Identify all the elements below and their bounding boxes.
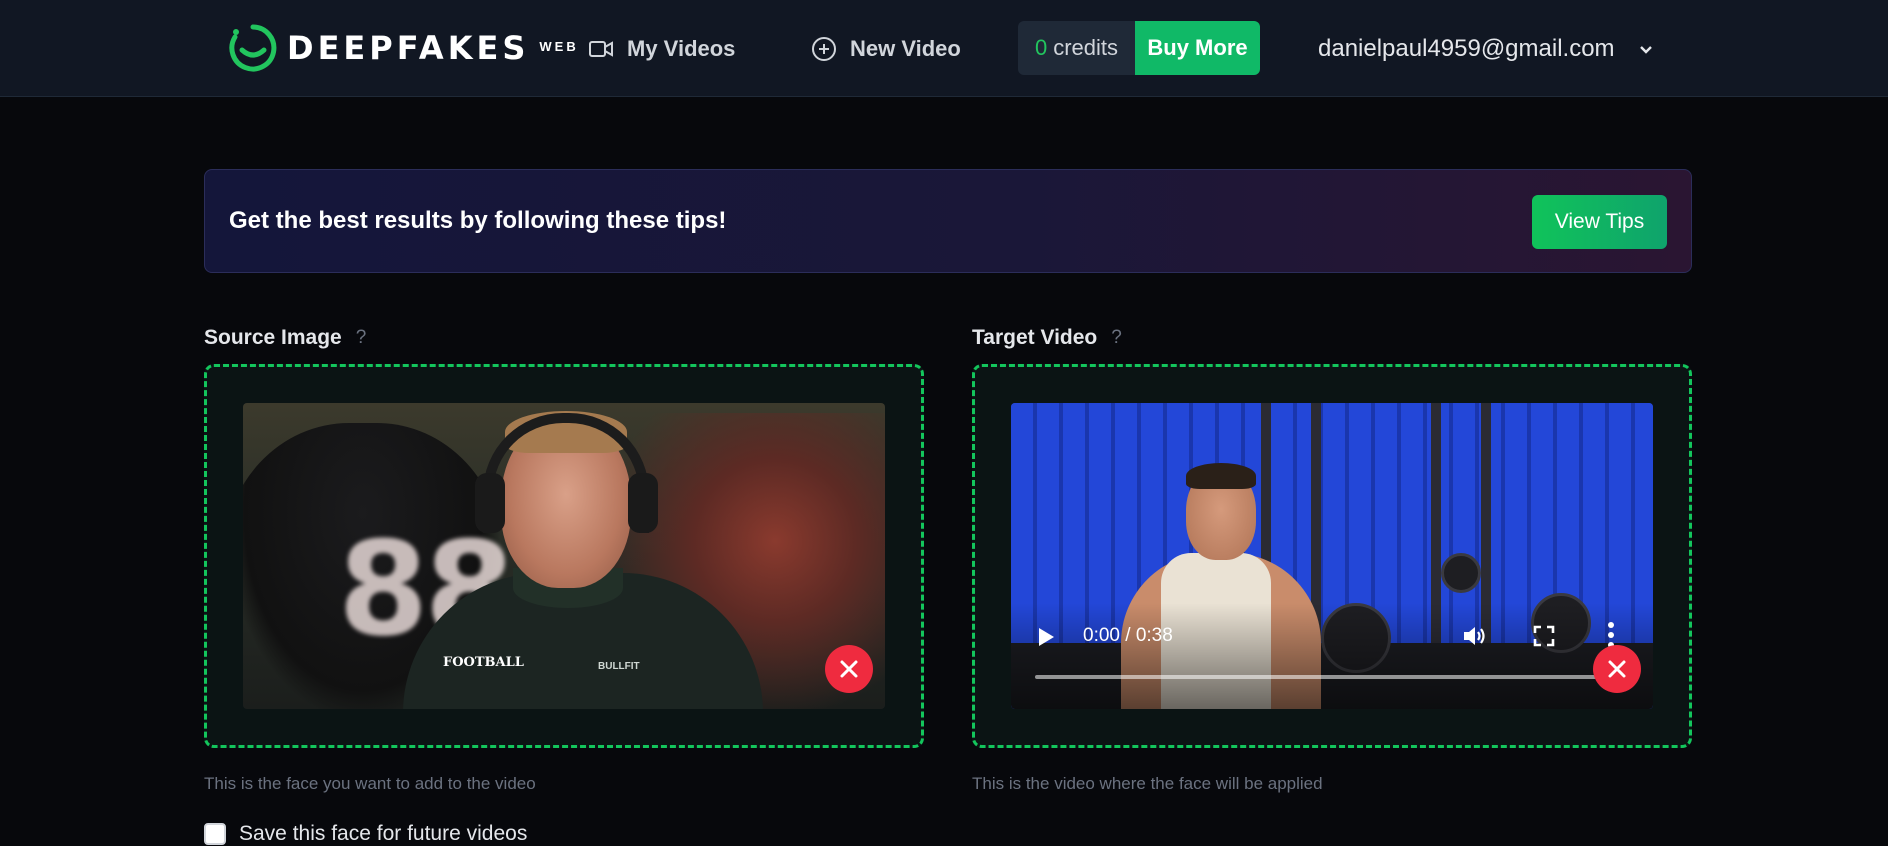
credits-balance: 0 credits — [1018, 21, 1135, 75]
logo-smile-icon — [229, 24, 277, 72]
headset-ear-left — [475, 473, 505, 533]
plus-circle-icon — [812, 37, 836, 61]
source-help-icon[interactable]: ? — [356, 327, 367, 349]
save-face-row: Save this face for future videos — [204, 822, 527, 846]
video-controls-overlay — [1011, 603, 1653, 709]
tips-text: Get the best results by following these … — [229, 207, 727, 234]
top-navbar: DEEPFAKES WEB My Videos New Video 0 cred… — [0, 0, 1888, 97]
source-image-hint: This is the face you want to add to the … — [204, 774, 536, 793]
weight-plate — [1441, 553, 1481, 593]
view-tips-button[interactable]: View Tips — [1532, 195, 1667, 249]
brand-name: DEEPFAKES — [287, 29, 530, 67]
video-time: 0:00 / 0:38 — [1083, 625, 1173, 646]
target-help-icon[interactable]: ? — [1111, 327, 1122, 349]
person-hair — [1186, 463, 1256, 489]
target-video-dropzone[interactable]: 0:00 / 0:38 — [972, 364, 1692, 748]
nav-my-videos[interactable]: My Videos — [587, 30, 735, 68]
brand-suffix: WEB — [539, 39, 579, 54]
tips-banner: Get the best results by following these … — [204, 169, 1692, 273]
source-image-label: Source Image — [204, 326, 342, 349]
shirt-brand-logo: BULLFIT — [598, 661, 640, 672]
chevron-down-icon — [1639, 46, 1652, 54]
account-menu[interactable]: danielpaul4959@gmail.com — [1318, 30, 1655, 68]
video-camera-icon — [589, 41, 613, 57]
volume-icon[interactable] — [1461, 623, 1487, 649]
credits-count: 0 — [1034, 35, 1048, 60]
remove-target-video-button[interactable] — [1593, 645, 1641, 693]
credits-unit: credits — [1053, 35, 1119, 60]
nav-my-videos-label: My Videos — [627, 36, 736, 61]
account-email: danielpaul4959@gmail.com — [1318, 35, 1615, 62]
save-face-label[interactable]: Save this face for future videos — [239, 822, 527, 846]
save-face-checkbox[interactable] — [204, 823, 226, 845]
shirt-football-logo: FOOTBALL — [443, 655, 524, 670]
nav-new-video-label: New Video — [850, 36, 961, 61]
source-image-preview: 88 FOOTBALL BULLFIT — [243, 403, 885, 709]
brand-logo[interactable]: DEEPFAKES WEB — [227, 22, 579, 74]
buy-more-button[interactable]: Buy More — [1135, 21, 1260, 75]
target-video-heading: Target Video ? — [972, 324, 1122, 352]
fullscreen-icon[interactable] — [1533, 625, 1555, 647]
target-video-label: Target Video — [972, 326, 1098, 349]
video-progress-track[interactable] — [1035, 675, 1605, 679]
source-image-heading: Source Image ? — [204, 324, 366, 352]
close-icon — [840, 660, 858, 678]
play-icon[interactable] — [1037, 627, 1055, 647]
target-video-hint: This is the video where the face will be… — [972, 774, 1323, 793]
source-image-dropzone[interactable]: 88 FOOTBALL BULLFIT — [204, 364, 924, 748]
target-video-player[interactable]: 0:00 / 0:38 — [1011, 403, 1653, 709]
credits-widget: 0 credits Buy More — [1018, 21, 1260, 75]
headset-ear-right — [628, 473, 658, 533]
remove-source-image-button[interactable] — [825, 645, 873, 693]
nav-new-video[interactable]: New Video — [810, 30, 961, 68]
close-icon — [1608, 660, 1626, 678]
